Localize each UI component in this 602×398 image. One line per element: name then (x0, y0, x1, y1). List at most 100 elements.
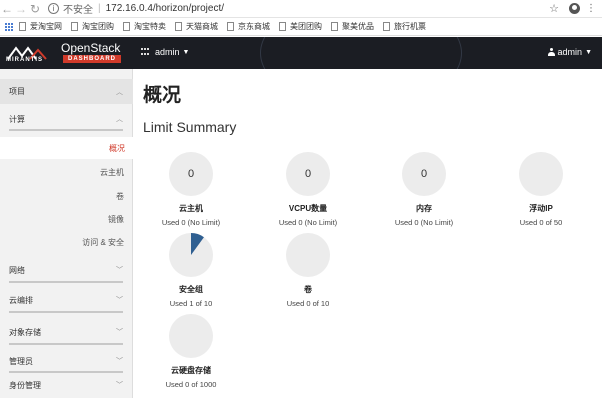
limit-label: 内存 (416, 204, 432, 213)
menu-dots-icon[interactable]: ⋮ (586, 3, 596, 14)
forward-arrow-icon[interactable]: → (14, 2, 28, 16)
pie-chart: 0 (402, 152, 446, 196)
project-grid-icon (141, 47, 151, 57)
pie-chart (169, 314, 213, 358)
chevron-down-icon: ﹀ (116, 382, 123, 389)
sidebar-item-volumes[interactable]: 卷 (0, 185, 133, 207)
limit-vcpus: 0 VCPU数量 Used 0 (No Limit) (263, 152, 353, 227)
limit-usage: Used 0 of 10 (286, 299, 330, 308)
chevron-up-icon: ︿ (116, 88, 123, 96)
limit-volume-storage: 云硬盘存储 Used 0 of 1000 (146, 314, 236, 389)
limit-ram: 0 内存 Used 0 (No Limit) (379, 152, 469, 227)
sidebar-item-overview[interactable]: 概况 (0, 137, 134, 159)
brand-name: OpenStack (61, 41, 121, 55)
limit-label: 浮动IP (529, 204, 553, 213)
limit-usage: Used 0 of 50 (519, 218, 563, 227)
page-icon (123, 22, 130, 31)
limit-security-groups: 安全组 Used 1 of 10 (146, 233, 236, 308)
page-icon (279, 22, 286, 31)
pie-slice (191, 233, 204, 255)
bookmark-item[interactable]: 淘宝特卖 (123, 21, 166, 32)
sidebar-category-orchestration[interactable]: 云编排 ﹀ (0, 290, 133, 310)
divider (9, 281, 123, 283)
pie-chart: 0 (286, 152, 330, 196)
limit-usage: Used 0 (No Limit) (394, 218, 454, 227)
pie-chart (169, 233, 213, 277)
page-icon (19, 22, 26, 31)
sidebar-item-instances[interactable]: 云主机 (0, 161, 133, 183)
user-menu[interactable]: admin ▼ (547, 47, 592, 57)
pie-chart: 0 (169, 152, 213, 196)
sidebar-category-identity[interactable]: 身份管理 ﹀ (0, 375, 133, 395)
bookmark-item[interactable]: 聚美优品 (331, 21, 374, 32)
chevron-up-icon: ︿ (116, 116, 123, 123)
app-header: MIRANTIS OpenStack DASHBOARD admin ▼ adm… (0, 37, 602, 69)
apps-grid-icon[interactable] (5, 22, 13, 31)
limit-instances: 0 云主机 Used 0 (No Limit) (146, 152, 236, 227)
limit-usage: Used 0 (No Limit) (161, 218, 221, 227)
divider (9, 371, 123, 373)
reload-icon[interactable]: ↻ (28, 2, 42, 16)
address-bar[interactable]: i 不安全 | 172.16.0.4/horizon/project/ (48, 1, 549, 16)
user-icon (547, 48, 555, 56)
pie-chart (286, 233, 330, 277)
pie-chart (519, 152, 563, 196)
bookmark-star-icon[interactable]: ☆ (549, 2, 559, 15)
limit-volumes: 卷 Used 0 of 10 (263, 233, 353, 308)
insecure-label: 不安全 (63, 5, 93, 16)
limit-label: 云主机 (179, 204, 203, 213)
limit-usage: Used 0 of 1000 (165, 380, 217, 389)
sidebar-category-admin[interactable]: 管理员 ﹀ (0, 351, 133, 371)
page-icon (71, 22, 78, 31)
divider (9, 129, 123, 131)
brand-sub: DASHBOARD (63, 55, 121, 63)
chevron-down-icon: ﹀ (116, 358, 123, 365)
limit-usage: Used 0 (No Limit) (278, 218, 338, 227)
profile-icon[interactable] (569, 3, 580, 14)
url-separator: | (98, 3, 101, 14)
sidebar-category-object-store[interactable]: 对象存储 ﹀ (0, 322, 133, 342)
sidebar-category-compute[interactable]: 计算 ︿ (0, 109, 133, 129)
bookmark-item[interactable]: 京东商城 (227, 21, 270, 32)
user-name: admin (557, 47, 583, 57)
project-switcher[interactable]: admin ▼ (141, 47, 189, 57)
chevron-down-icon: ﹀ (116, 329, 123, 336)
pie-slice-svg (191, 233, 204, 255)
divider (9, 343, 123, 345)
limit-usage: Used 1 of 10 (169, 299, 213, 308)
sidebar-category-network[interactable]: 网络 ﹀ (0, 260, 133, 280)
limit-label: 云硬盘存储 (171, 366, 211, 375)
bookmark-item[interactable]: 爱淘宝网 (19, 21, 62, 32)
page-icon (331, 22, 338, 31)
bookmark-item[interactable]: 美团团购 (279, 21, 322, 32)
sidebar: 项目 ︿ 计算 ︿ 概况 云主机 卷 镜像 访问 & 安全 网络 ﹀ 云编排 ﹀… (0, 69, 134, 398)
limit-label: 安全组 (179, 285, 203, 294)
openstack-logo[interactable]: MIRANTIS OpenStack DASHBOARD (6, 41, 121, 65)
bookmark-item[interactable]: 天猫商城 (175, 21, 218, 32)
sidebar-item-images[interactable]: 镜像 (0, 208, 133, 230)
vendor-name: MIRANTIS (6, 57, 43, 63)
limit-label: VCPU数量 (288, 204, 328, 213)
chevron-down-icon: ﹀ (116, 267, 123, 274)
page-title: 概况 (143, 85, 182, 106)
limit-summary-heading: Limit Summary (143, 119, 237, 135)
info-icon[interactable]: i (48, 3, 59, 14)
back-arrow-icon[interactable]: ← (0, 2, 14, 16)
page-icon (383, 22, 390, 31)
limit-label: 卷 (304, 285, 312, 294)
caret-down-icon: ▼ (585, 48, 592, 56)
limit-floating-ips: 浮动IP Used 0 of 50 (496, 152, 586, 227)
page-icon (227, 22, 234, 31)
chevron-down-icon: ﹀ (116, 297, 123, 304)
sidebar-category-project[interactable]: 项目 ︿ (0, 79, 133, 104)
browser-toolbar: ← → ↻ i 不安全 | 172.16.0.4/horizon/project… (0, 0, 602, 18)
page-icon (175, 22, 182, 31)
url-text[interactable]: 172.16.0.4/horizon/project/ (106, 3, 224, 14)
divider (9, 311, 123, 313)
bookmark-item[interactable]: 旅行机票 (383, 21, 426, 32)
caret-down-icon: ▼ (182, 48, 190, 56)
bookmarks-bar: 爱淘宝网 淘宝团购 淘宝特卖 天猫商城 京东商城 美团团购 聚美优品 旅行机票 (0, 18, 602, 36)
project-name: admin (155, 47, 180, 57)
sidebar-item-access-security[interactable]: 访问 & 安全 (0, 231, 133, 253)
bookmark-item[interactable]: 淘宝团购 (71, 21, 114, 32)
